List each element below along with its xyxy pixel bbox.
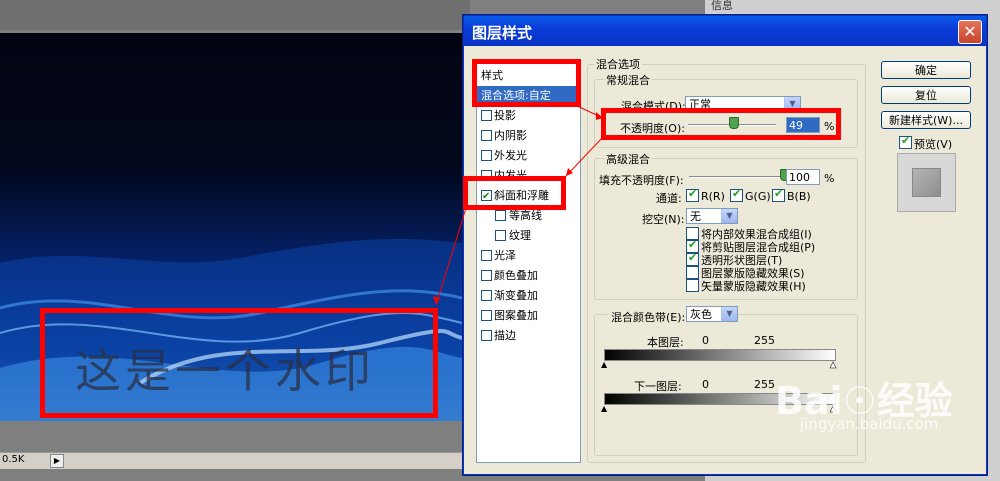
baidu-url: jingyan.baidu.com: [800, 415, 939, 433]
